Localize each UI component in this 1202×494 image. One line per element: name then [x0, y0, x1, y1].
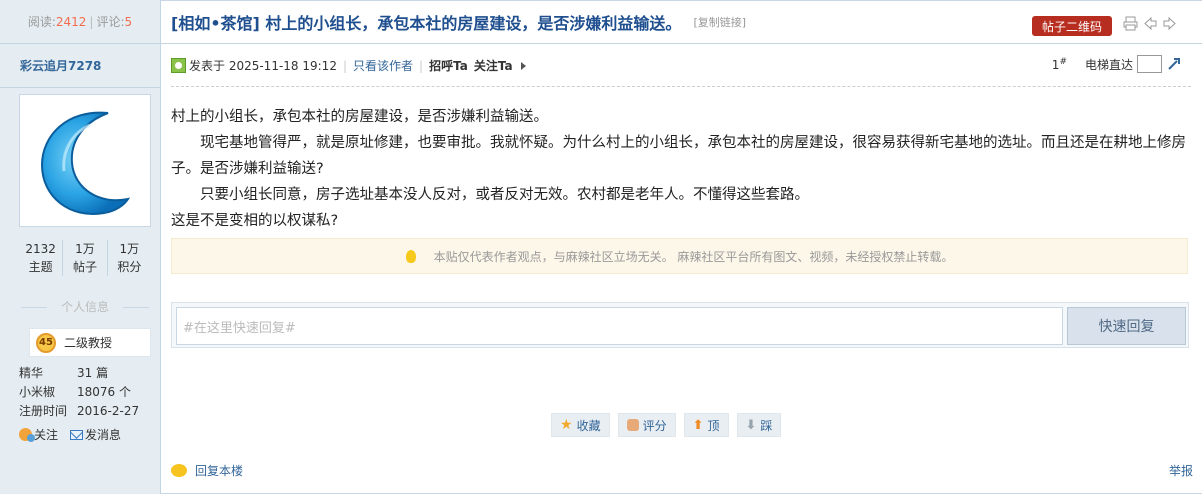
follow-button[interactable]: 关注 [19, 426, 58, 443]
author-actions: 关注 发消息 [19, 426, 121, 443]
downvote-button[interactable]: ⬇ 踩 [736, 413, 782, 437]
personal-info-heading: 个人信息 [19, 298, 151, 315]
comment-count: 5 [124, 14, 133, 29]
stat-label: 帖子 [72, 260, 97, 274]
stat-value: 1万 [75, 242, 95, 256]
author-stats: 2132 主题 1万 帖子 1万 积分 [19, 240, 151, 276]
quick-reply-box: #在这里快速回复# 快速回复 [171, 302, 1189, 348]
favorite-label: 收藏 [576, 418, 601, 433]
upvote-button[interactable]: ⬆ 顶 [683, 413, 729, 437]
floor-mark: # [1059, 56, 1067, 67]
mail-icon [70, 429, 84, 440]
stat-value: 2132 [25, 242, 56, 256]
meta-separator: | [419, 58, 424, 73]
author-name-link[interactable]: 彩云追月7278 [20, 57, 101, 74]
stat-label: 主题 [28, 260, 53, 274]
rate-label: 评分 [642, 418, 667, 433]
more-arrow-icon[interactable] [520, 61, 526, 70]
up-arrow-icon: ⬆ [692, 417, 704, 433]
info-value: 18076 个 [77, 385, 131, 399]
star-icon: ★ [560, 417, 573, 433]
info-row: 小米椒 18076 个 [19, 383, 159, 402]
post-title[interactable]: [相如•茶馆] 村上的小组长，承包本社的房屋建设，是否涉嫌利益输送。 [171, 10, 681, 34]
downvote-label: 踩 [760, 418, 773, 433]
down-arrow-icon: ⬇ [745, 417, 757, 433]
elevator-go-icon[interactable] [1166, 56, 1182, 72]
post-footer: 回复本楼 举报 [171, 462, 1193, 479]
reply-floor-link[interactable]: 回复本楼 [195, 462, 243, 479]
comment-label: 评论: [96, 15, 125, 29]
info-row: 注册时间 2016-2-27 [19, 402, 159, 421]
info-key: 注册时间 [19, 404, 68, 418]
favorite-button[interactable]: ★ 收藏 [551, 413, 610, 437]
author-info: 精华 31 篇 小米椒 18076 个 注册时间 2016-2-27 [19, 364, 159, 421]
elevator-input[interactable] [1137, 55, 1162, 73]
only-author-link[interactable]: 只看该作者 [353, 57, 413, 74]
view-comment-stats: 阅读: 2412 | 评论: 5 [0, 0, 160, 44]
post-meta: 发表于 2025-11-18 19:12 | 只看该作者 | 招呼Ta 关注Ta [171, 45, 1191, 87]
stat-label: 积分 [117, 260, 142, 274]
follow-icon [19, 428, 35, 442]
avatar[interactable] [19, 94, 151, 227]
title-tools [1123, 16, 1176, 31]
greet-link[interactable]: 招呼Ta [429, 57, 468, 74]
copy-link[interactable]: [复制链接] [693, 14, 746, 30]
send-message-button[interactable]: 发消息 [70, 426, 121, 443]
level-badge-box: 45 二级教授 [29, 328, 151, 357]
info-value: 31 篇 [77, 366, 109, 380]
rate-hand-icon [626, 419, 639, 431]
follow-author-link[interactable]: 关注Ta [474, 57, 513, 74]
title-bar: [相如•茶馆] 村上的小组长，承包本社的房屋建设，是否涉嫌利益输送。 [复制链接… [161, 0, 1202, 44]
info-row: 精华 31 篇 [19, 364, 159, 383]
content-paragraph: 这是不是变相的以权谋私? [171, 213, 339, 229]
stat-topics[interactable]: 2132 主题 [19, 240, 64, 276]
read-label: 阅读: [27, 15, 56, 29]
moon-avatar-icon [40, 111, 131, 215]
disclaimer-notice: 本贴仅代表作者观点，与麻辣社区立场无关。 麻辣社区平台所有图文、视频，未经授权禁… [171, 238, 1188, 274]
print-icon[interactable] [1123, 16, 1138, 31]
next-icon[interactable] [1163, 16, 1176, 31]
rate-button[interactable]: 评分 [617, 413, 676, 437]
send-message-label: 发消息 [85, 428, 122, 442]
floor-tools: 1# 电梯直达 [1052, 55, 1182, 73]
follow-label: 关注 [34, 428, 59, 442]
content-paragraph: 现宅基地管得严，就是原址修建，也要审批。我就怀疑。为什么村上的小组长，承包本社的… [171, 135, 1186, 177]
stats-separator: | [89, 14, 94, 29]
author-name-row: 彩云追月7278 [0, 44, 160, 88]
previous-icon[interactable] [1144, 16, 1157, 31]
upvote-label: 顶 [707, 418, 720, 433]
read-count: 2412 [55, 14, 87, 29]
post-action-buttons: ★ 收藏 评分 ⬆ 顶 ⬇ 踩 [551, 413, 782, 437]
stat-posts[interactable]: 1万 帖子 [63, 240, 108, 276]
post-qr-button[interactable]: 帖子二维码 [1032, 16, 1112, 36]
post-main: [相如•茶馆] 村上的小组长，承包本社的房屋建设，是否涉嫌利益输送。 [复制链接… [161, 0, 1202, 494]
level-name: 二级教授 [64, 336, 113, 350]
content-paragraph: 只要小组长同意，房子选址基本没人反对，或者反对无效。农村都是老年人。不懂得这些套… [171, 187, 809, 203]
level-badge-icon: 45 [36, 332, 56, 353]
disclaimer-text: 本贴仅代表作者观点，与麻辣社区立场无关。 麻辣社区平台所有图文、视频，未经授权禁… [433, 249, 954, 264]
lightbulb-icon [405, 249, 416, 263]
reply-bubble-icon [171, 464, 187, 477]
post-content: 村上的小组长，承包本社的房屋建设，是否涉嫌利益输送。 现宅基地管得严，就是原址修… [171, 104, 1191, 234]
quick-reply-input[interactable]: #在这里快速回复# [176, 307, 1063, 345]
stat-value: 1万 [119, 242, 140, 256]
online-status-icon [171, 58, 186, 73]
elevator-label: 电梯直达 [1084, 57, 1133, 72]
floor-number[interactable]: 1# [1052, 57, 1067, 72]
meta-separator: | [342, 58, 347, 73]
quick-reply-button[interactable]: 快速回复 [1067, 307, 1186, 345]
info-value: 2016-2-27 [77, 404, 140, 418]
report-link[interactable]: 举报 [1169, 462, 1193, 479]
content-paragraph: 村上的小组长，承包本社的房屋建设，是否涉嫌利益输送。 [171, 109, 548, 125]
post-time: 发表于 2025-11-18 19:12 [189, 59, 337, 73]
stat-points[interactable]: 1万 积分 [108, 240, 151, 276]
info-key: 小米椒 [19, 385, 56, 399]
info-key: 精华 [19, 366, 44, 380]
